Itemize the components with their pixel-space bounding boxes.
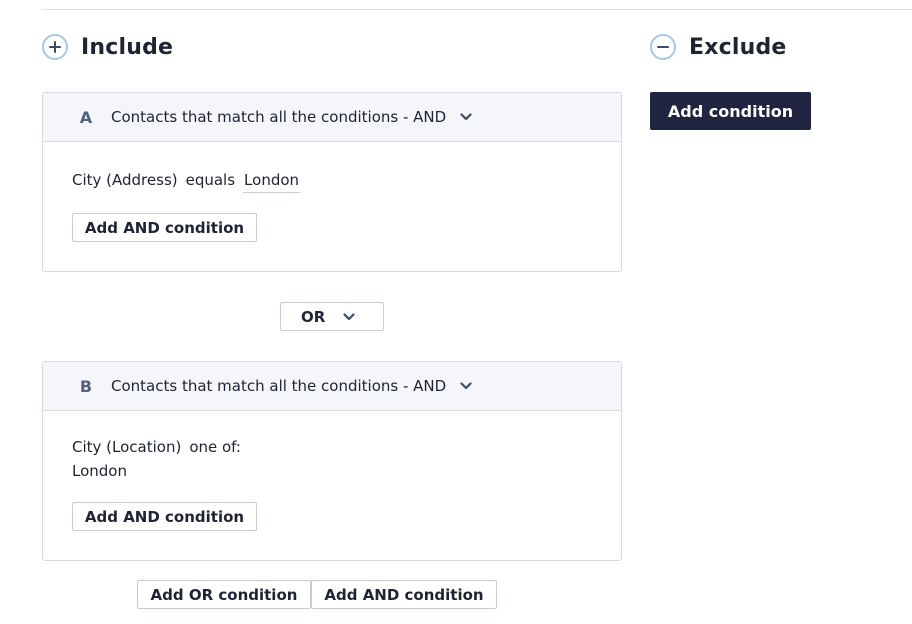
condition-group-a: A Contacts that match all the conditions… xyxy=(42,92,622,272)
chevron-down-icon[interactable] xyxy=(460,113,472,121)
exclude-title: Exclude xyxy=(689,34,787,60)
include-header: Include xyxy=(42,34,173,60)
group-b-add-and-button[interactable]: Add AND condition xyxy=(72,502,257,531)
condition-group-b: B Contacts that match all the conditions… xyxy=(42,361,622,561)
add-or-condition-button[interactable]: Add OR condition xyxy=(137,580,311,609)
group-a-header: A Contacts that match all the conditions… xyxy=(43,93,621,142)
condition-operator: one of: xyxy=(189,438,241,456)
add-and-condition-button[interactable]: Add AND condition xyxy=(311,580,497,609)
or-connector-value: OR xyxy=(301,307,326,326)
exclude-add-condition-button[interactable]: Add condition xyxy=(650,92,811,130)
chevron-down-icon[interactable] xyxy=(460,382,472,390)
include-title: Include xyxy=(81,34,174,60)
condition-value: London xyxy=(72,462,127,480)
plus-circle-icon[interactable] xyxy=(42,34,68,60)
group-b-body: City (Location) one of: London xyxy=(43,411,621,483)
group-a-body: City (Address) equals London xyxy=(43,142,621,193)
minus-circle-icon[interactable] xyxy=(650,34,676,60)
condition-field: City (Address) xyxy=(72,171,178,189)
group-a-add-and-button[interactable]: Add AND condition xyxy=(72,213,257,242)
group-b-title: Contacts that match all the conditions -… xyxy=(111,377,447,395)
group-a-title: Contacts that match all the conditions -… xyxy=(111,108,447,126)
condition-value[interactable]: London xyxy=(243,169,301,193)
group-b-condition[interactable]: City (Location) one of: London xyxy=(72,435,592,483)
top-divider xyxy=(42,9,912,10)
condition-field: City (Location) xyxy=(72,438,182,456)
group-b-header: B Contacts that match all the conditions… xyxy=(43,362,621,411)
chevron-down-icon xyxy=(343,312,355,321)
or-connector-select[interactable]: OR xyxy=(280,302,384,331)
exclude-header: Exclude xyxy=(650,34,787,60)
condition-operator: equals xyxy=(185,171,236,189)
group-a-condition[interactable]: City (Address) equals London xyxy=(72,168,592,193)
